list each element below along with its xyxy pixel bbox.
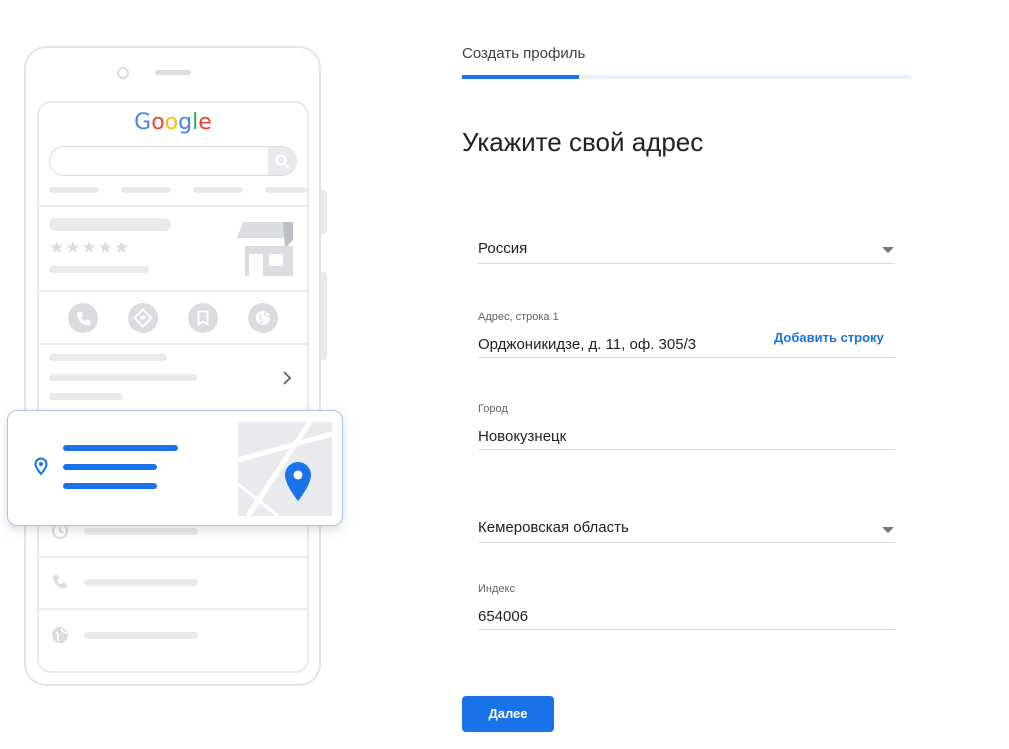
next-button[interactable]: Далее [462,696,554,732]
field-underline [478,449,895,450]
logo-letter: e [198,110,212,135]
google-logo: Google [37,110,309,135]
logo-letter: g [178,110,193,135]
search-icon [275,154,289,168]
country-value: Россия [478,240,528,257]
logo-letter: o [164,110,179,135]
mock-website-button [248,303,278,333]
chevron-right-icon [283,371,292,385]
divider [39,608,307,610]
chevron-down-icon [882,527,894,533]
chevron-down-icon [882,247,894,253]
mock-text-line [49,354,167,361]
bookmark-icon [197,310,209,327]
postal-code-input[interactable]: 654006 [478,608,528,625]
field-underline [478,542,895,543]
directions-icon [133,308,153,328]
address-line1-label: Адрес, строка 1 [478,311,559,323]
phone-camera [117,67,129,79]
globe-icon [52,627,68,643]
page-title: Укажите свой адрес [462,127,704,157]
logo-letter: o [151,110,165,135]
progress-fill [462,75,579,79]
mock-address-line [63,445,178,451]
field-underline [478,629,895,630]
mock-tab [265,187,307,193]
location-pin-icon [34,457,48,476]
rating-stars: ★★★★★ [49,238,131,257]
divider [39,290,307,292]
field-underline [478,263,895,264]
mock-address-line [63,464,157,470]
mock-text-line [84,528,198,535]
city-label: Город [478,403,508,415]
phone-icon [77,312,91,326]
store-icon [237,222,293,276]
mock-tab [49,187,99,193]
mock-call-button [68,303,98,333]
add-line-button[interactable]: Добавить строку [774,330,884,345]
address-line1-input[interactable]: Орджоникидзе, д. 11, оф. 305/3 [478,336,696,353]
mock-text-line [84,632,198,639]
postal-code-label: Индекс [478,583,515,595]
mock-text-line [49,393,123,400]
mock-directions-button [128,303,158,333]
phone-icon [53,575,67,589]
divider [39,205,307,207]
step-title: Создать профиль [462,45,586,62]
mock-business-name [49,218,171,231]
mock-tab [121,187,171,193]
divider [39,556,307,558]
logo-letter: G [134,110,152,135]
mock-search-button [268,147,297,175]
mock-text-line [49,374,197,381]
phone-speaker [155,70,191,75]
country-select[interactable]: Россия [478,230,895,264]
divider [39,343,307,345]
city-input[interactable]: Новокузнецк [478,428,566,445]
mock-save-button [188,303,218,333]
map-pin-icon [285,462,311,501]
mock-text-line [84,579,198,586]
globe-icon [256,311,271,325]
mock-search-bar [49,146,297,176]
phone-side-button [321,190,327,234]
mock-tab [193,187,243,193]
region-value: Кемеровская область [478,519,629,536]
field-underline [478,357,895,358]
mock-text-line [49,266,149,273]
mock-address-line [63,483,157,489]
region-select[interactable]: Кемеровская область [478,509,895,543]
phone-side-button [321,272,327,360]
